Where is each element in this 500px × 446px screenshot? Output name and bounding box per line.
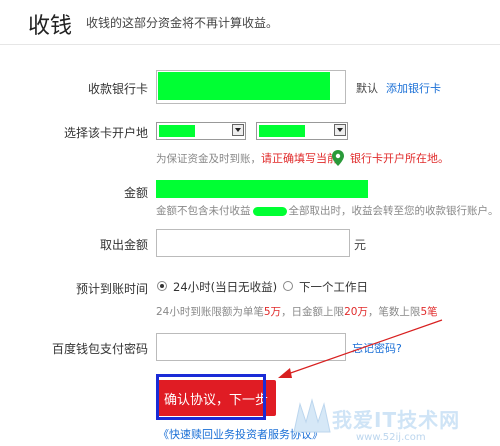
highlight-frame [156,374,266,420]
watermark-text: 我爱IT技术网 [332,408,461,432]
watermark-url: www.52ij.com [356,432,426,443]
watermark-logo-icon [293,398,331,433]
